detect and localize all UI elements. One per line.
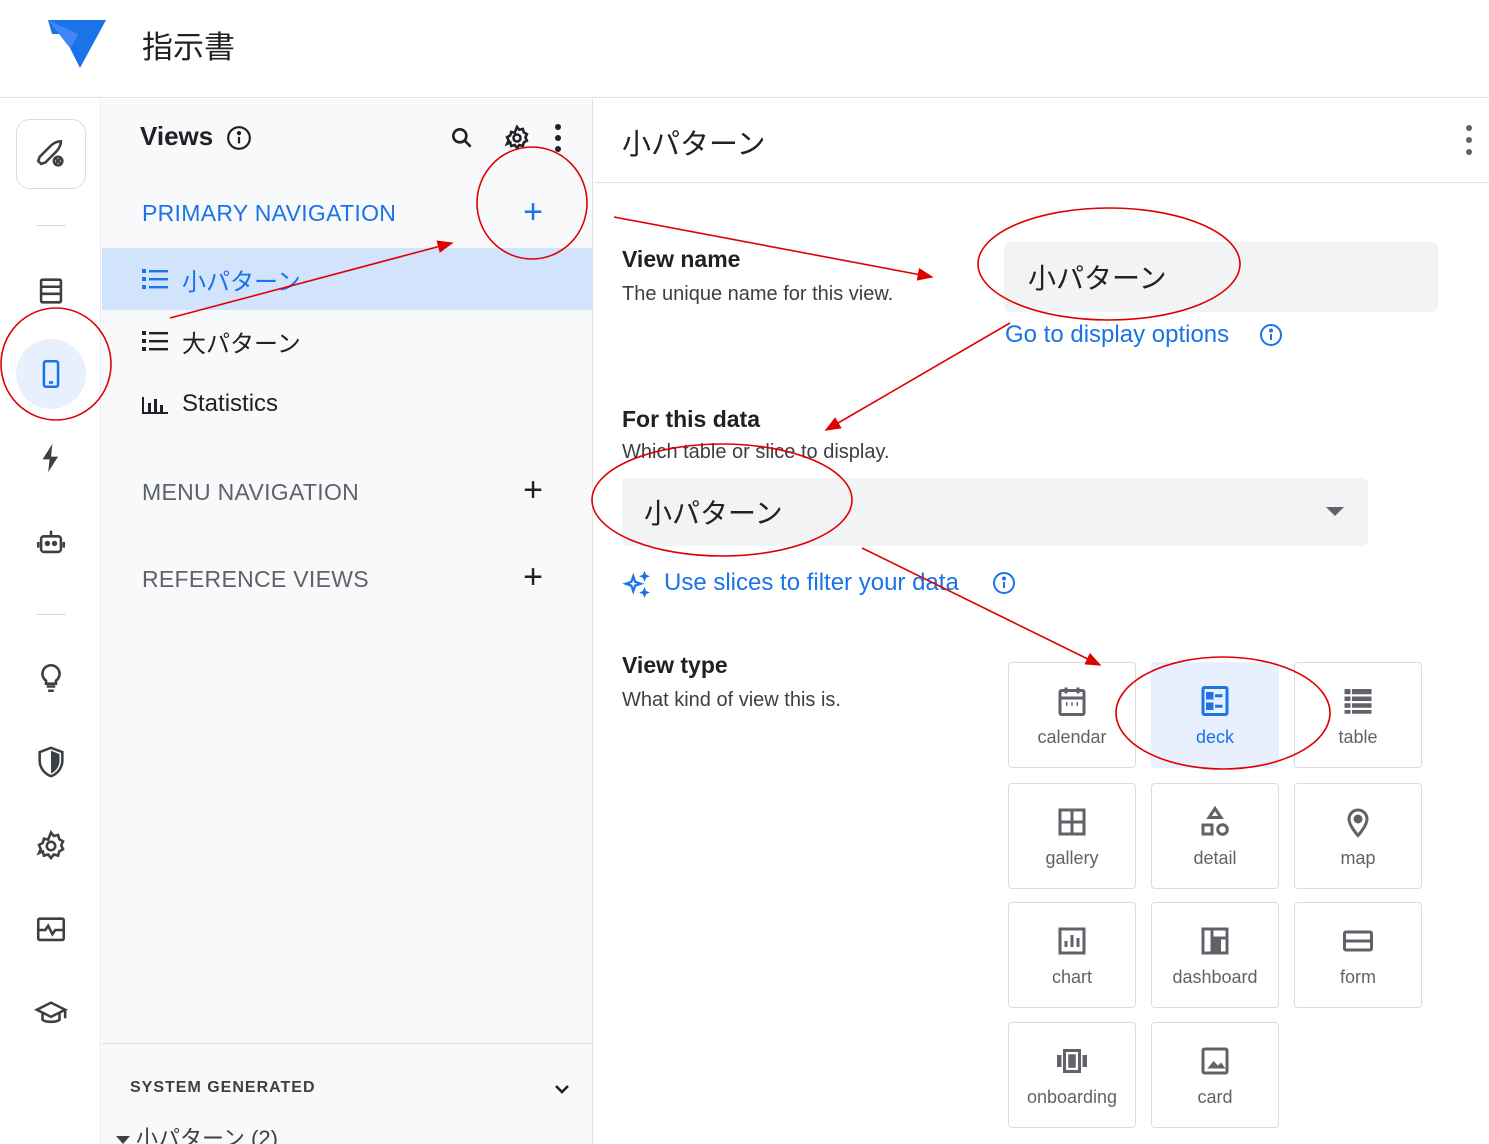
deck-icon [1201,685,1229,716]
more-vert-icon[interactable] [543,123,573,153]
menu-navigation-label: MENU NAVIGATION [142,479,360,505]
view-type-label-text: calendar [1037,726,1107,747]
rocket-icon[interactable] [16,119,86,189]
view-type-label-text: map [1340,847,1376,868]
view-type-table[interactable]: table [1294,662,1422,768]
use-slices-link[interactable]: Use slices to filter your data [664,569,959,597]
data-source-select[interactable]: 小パターン [622,478,1368,546]
view-type-label-text: onboarding [1026,1086,1118,1107]
chart-icon [1058,927,1086,954]
bolt-icon[interactable] [16,423,86,493]
nav-item-label: 大パターン [182,330,301,358]
view-name-description: The unique name for this view. [622,283,894,305]
system-generated-item[interactable]: 小パターン (2) [116,1121,278,1144]
shield-icon[interactable] [16,727,86,797]
app-title: 指示書 [142,30,235,66]
map-pin-icon [1347,808,1369,838]
dropdown-arrow-icon [1326,507,1344,516]
appsheet-logo-icon[interactable] [44,18,108,70]
view-type-calendar[interactable]: calendar [1008,662,1136,768]
primary-navigation-label: PRIMARY NAVIGATION [142,200,397,226]
lightbulb-icon[interactable] [16,643,86,713]
view-type-label-text: card [1197,1086,1233,1107]
view-type-chart[interactable]: chart [1008,902,1136,1008]
gear-icon[interactable] [16,811,86,881]
divider [102,1043,592,1044]
view-type-map[interactable]: map [1294,783,1422,889]
view-type-gallery[interactable]: gallery [1008,783,1136,889]
school-icon[interactable] [16,979,86,1049]
system-generated-item-label: 小パターン (2) [136,1126,278,1144]
nav-item-label: Statistics [182,390,279,417]
monitor-icon[interactable] [16,895,86,965]
onboarding-icon [1057,1048,1087,1073]
info-icon[interactable] [226,125,252,151]
add-reference-view-button[interactable]: + [518,560,548,594]
gear-icon[interactable] [502,123,532,153]
view-editor-header: 小パターン [594,99,1489,183]
view-type-label-text: gallery [1045,847,1099,868]
info-icon[interactable] [1259,323,1283,347]
annotation-arrow [861,547,1102,666]
add-primary-view-button[interactable]: + [518,195,548,229]
data-source-label: For this data [622,406,761,432]
view-editor-title: 小パターン [622,127,766,161]
view-type-label-text: table [1338,726,1378,747]
view-type-form[interactable]: form [1294,902,1422,1008]
top-bar: 指示書 [0,0,1489,98]
phone-icon[interactable] [16,339,86,409]
view-type-label-text: detail [1193,847,1237,868]
form-icon [1343,930,1373,951]
bar-chart-icon [142,390,170,418]
view-type-deck[interactable]: deck [1151,662,1279,768]
view-type-card[interactable]: card [1151,1022,1279,1128]
data-source-select-value: 小パターン [644,497,783,530]
info-icon[interactable] [992,571,1016,595]
gallery-icon [1058,808,1086,835]
left-rail [0,99,101,1144]
view-type-onboarding[interactable]: onboarding [1008,1022,1136,1128]
view-name-input[interactable]: 小パターン [1004,242,1438,312]
search-icon[interactable] [447,123,477,153]
nav-item-label: 小パターン [182,268,301,296]
dashboard-icon [1201,927,1229,954]
view-name-label: View name [622,246,741,272]
view-type-dashboard[interactable]: dashboard [1151,902,1279,1008]
chevron-down-icon[interactable] [550,1077,574,1101]
data-source-description: Which table or slice to display. [622,441,890,463]
detail-icon [1201,805,1229,836]
rail-separator [36,614,66,615]
system-generated-label: SYSTEM GENERATED [130,1079,316,1096]
image-card-icon [1201,1047,1229,1074]
add-menu-view-button[interactable]: + [518,473,548,507]
caret-down-icon [116,1136,130,1144]
annotation-arrow [824,322,1011,431]
robot-icon[interactable] [16,507,86,577]
view-type-label-text: deck [1195,726,1235,747]
more-vert-icon[interactable] [1454,123,1484,157]
list-icon [142,265,170,293]
views-title: Views [140,121,214,151]
calendar-icon [1058,687,1086,716]
view-type-label-text: chart [1051,966,1093,987]
view-type-label-text: form [1340,966,1376,987]
view-type-label-text: dashboard [1172,966,1258,987]
view-type-label: View type [622,652,728,678]
nav-item-small-pattern[interactable]: 小パターン [102,248,592,310]
display-options-link[interactable]: Go to display options [1005,321,1229,349]
table-icon [1344,688,1372,714]
nav-item-statistics[interactable]: Statistics [102,373,592,435]
list-icon [142,327,170,355]
view-type-description: What kind of view this is. [622,689,841,711]
reference-views-label: REFERENCE VIEWS [142,566,369,592]
views-panel: Views PRIMARY NAVIGATION + 小パターン 大パターン S… [102,99,593,1144]
nav-item-large-pattern[interactable]: 大パターン [102,310,592,372]
view-type-detail[interactable]: detail [1151,783,1279,889]
data-icon[interactable] [16,256,86,326]
rail-separator [36,225,66,226]
sparkle-icon [622,570,650,598]
